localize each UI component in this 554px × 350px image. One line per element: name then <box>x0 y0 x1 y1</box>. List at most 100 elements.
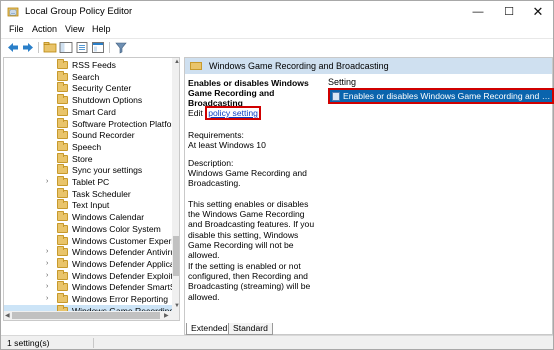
tree-horizontal-scroll-thumb[interactable] <box>12 312 160 319</box>
back-arrow-icon[interactable] <box>6 41 20 54</box>
folder-icon <box>57 117 68 128</box>
folder-icon <box>57 94 68 105</box>
tree-item[interactable]: Software Protection Platform <box>4 117 172 130</box>
tree-item[interactable]: Windows Calendar <box>4 211 172 223</box>
tree-item-label: Software Protection Platform <box>72 118 172 129</box>
tree-item[interactable]: › Windows Error Reporting <box>4 293 172 305</box>
tree-item[interactable]: Sound Recorder <box>4 129 172 141</box>
expand-chevron-icon[interactable]: › <box>46 176 48 188</box>
tree-horizontal-scrollbar[interactable]: ◀ ▶ <box>4 311 172 320</box>
tree-item-label: Windows Color System <box>72 223 161 234</box>
tree-item-label: Windows Calendar <box>72 212 145 223</box>
tree-item-label: Windows Error Reporting <box>72 294 168 304</box>
status-text: 1 setting(s) <box>7 338 50 348</box>
show-hide-tree-icon[interactable] <box>59 41 73 54</box>
scroll-left-icon[interactable]: ◀ <box>5 312 10 319</box>
forward-arrow-icon[interactable] <box>21 41 35 54</box>
expand-chevron-icon[interactable]: › <box>46 270 48 282</box>
folder-icon <box>57 234 68 245</box>
menu-help[interactable]: Help <box>92 24 111 34</box>
tree-item[interactable]: Speech <box>4 140 172 153</box>
setting-row-label: Enables or disables Windows Game Recordi… <box>343 91 551 101</box>
folder-icon <box>57 293 68 303</box>
setting-row[interactable]: Enables or disables Windows Game Recordi… <box>328 88 554 104</box>
tree-item-label: Sync your settings <box>72 165 143 176</box>
tree-item-label: Shutdown Options <box>72 95 143 106</box>
tree-item-label: Windows Defender SmartScreen <box>72 282 172 293</box>
tree-item[interactable]: Sync your settings <box>4 164 172 176</box>
tree-item-label: Windows Defender Antivirus <box>72 247 172 258</box>
tree-item[interactable]: › Windows Defender Antivirus <box>4 246 172 258</box>
tree-item[interactable]: Search <box>4 70 172 83</box>
policy-setting-link[interactable]: policy setting <box>205 106 261 120</box>
maximize-button[interactable]: ☐ <box>494 1 524 23</box>
help-icon[interactable] <box>91 41 105 54</box>
tree-item[interactable]: Smart Card <box>4 105 172 118</box>
policy-title: Enables or disables Windows Game Recordi… <box>188 78 309 108</box>
tree-item-label: Smart Card <box>72 106 116 117</box>
details-header: Windows Game Recording and Broadcasting <box>185 58 552 74</box>
folder-icon <box>57 70 68 81</box>
folder-icon <box>57 140 68 151</box>
tree-item[interactable]: › Tablet PC <box>4 176 172 188</box>
close-button[interactable]: ✕ <box>523 1 553 23</box>
menu-action[interactable]: Action <box>32 24 57 34</box>
tree-item[interactable]: Shutdown Options <box>4 94 172 106</box>
scroll-right-icon[interactable]: ▶ <box>164 312 169 319</box>
toolbar <box>1 38 553 55</box>
folder-icon <box>57 222 68 233</box>
menu-bar: File Action View Help <box>1 23 553 38</box>
expand-chevron-icon[interactable]: › <box>46 293 48 305</box>
expand-chevron-icon[interactable]: › <box>46 246 48 258</box>
group-policy-app-icon <box>7 7 19 17</box>
requirements-value: At least Windows 10 <box>188 140 266 150</box>
toolbar-separator <box>38 42 39 53</box>
details-header-title: Windows Game Recording and Broadcasting <box>209 61 389 71</box>
filter-icon[interactable] <box>114 41 128 54</box>
setting-column-header[interactable]: Setting <box>328 77 356 87</box>
up-folder-icon[interactable] <box>43 41 57 54</box>
requirements-label: Requirements: <box>188 130 244 140</box>
tree-vertical-scrollbar[interactable]: ▲ ▼ <box>172 58 179 320</box>
folder-icon <box>190 62 202 70</box>
tree-item[interactable]: RSS Feeds <box>4 59 172 71</box>
folder-icon <box>57 176 68 186</box>
tree-item-label: Speech <box>72 141 102 152</box>
scroll-up-icon[interactable]: ▲ <box>174 59 179 65</box>
expand-chevron-icon[interactable]: › <box>46 258 48 270</box>
details-pane: Windows Game Recording and Broadcasting … <box>184 57 554 335</box>
policy-setting-icon <box>332 92 340 101</box>
tree-item-label: Task Scheduler <box>72 188 131 199</box>
tree-item-label: Security Center <box>72 83 132 94</box>
tree-item-label: Text Input <box>72 200 110 211</box>
tree-item-label: Windows Defender Application <box>72 258 172 269</box>
tree-item-label: Tablet PC <box>72 177 110 187</box>
menu-view[interactable]: View <box>65 24 84 34</box>
tree-item-label: Store <box>72 153 93 164</box>
tree-item-label: RSS Feeds <box>72 60 116 70</box>
tree-vertical-scroll-thumb[interactable] <box>173 236 179 276</box>
folder-icon <box>57 211 68 222</box>
title-bar[interactable]: Local Group Policy Editor — ☐ ✕ <box>1 1 553 23</box>
tree-item[interactable]: Text Input <box>4 199 172 211</box>
tree-item[interactable]: Task Scheduler <box>4 187 172 200</box>
menu-file[interactable]: File <box>9 24 24 34</box>
folder-icon <box>57 105 68 116</box>
tree-item[interactable]: Security Center <box>4 82 172 94</box>
tree-item[interactable]: › Windows Defender Exploit Guard <box>4 269 172 282</box>
edit-policy-line: Edit policy setting <box>188 106 261 120</box>
tree-item[interactable]: › Windows Defender SmartScreen <box>4 281 172 293</box>
minimize-button[interactable]: — <box>463 1 493 23</box>
tab-standard[interactable]: Standard <box>228 323 273 335</box>
properties-icon[interactable] <box>75 41 89 54</box>
expand-chevron-icon[interactable]: › <box>46 281 48 293</box>
folder-icon <box>57 164 68 175</box>
policy-tree[interactable]: RSS Feeds Search Security Center Shutdown O… <box>3 57 180 321</box>
tree-item[interactable]: › Windows Defender Application <box>4 257 172 270</box>
tree-item[interactable]: Windows Color System <box>4 222 172 235</box>
tree-item[interactable]: Store <box>4 152 172 165</box>
tree-item[interactable]: Windows Customer Experience <box>4 234 172 247</box>
tab-extended[interactable]: Extended <box>186 323 233 335</box>
scroll-down-icon[interactable]: ▼ <box>174 303 179 309</box>
folder-icon <box>57 257 68 268</box>
